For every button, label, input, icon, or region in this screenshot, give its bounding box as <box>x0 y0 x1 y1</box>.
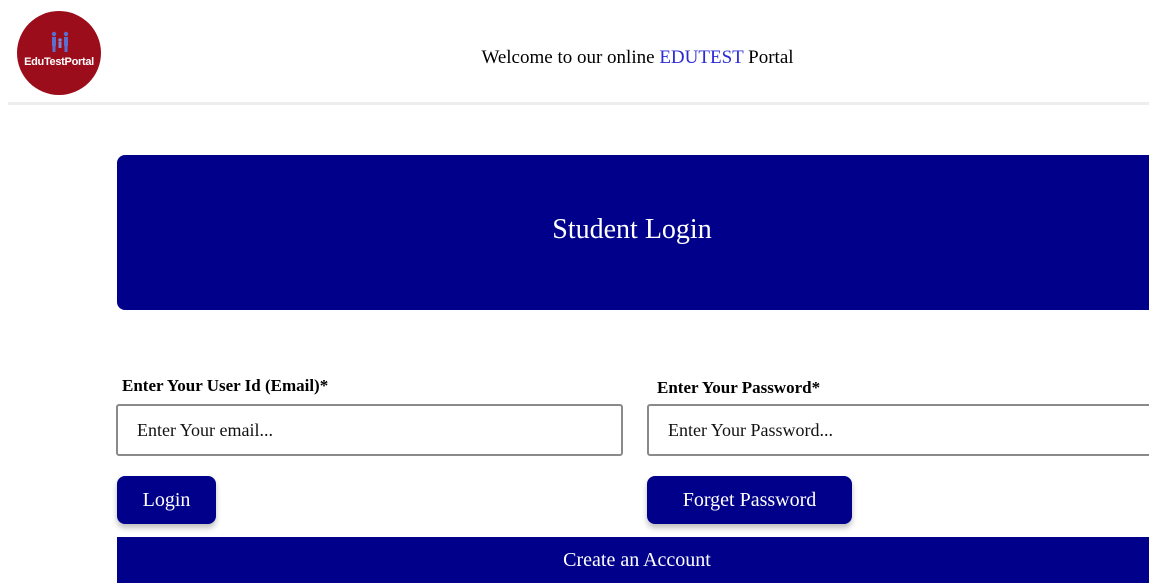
welcome-brand: EDUTEST <box>659 47 744 68</box>
welcome-message: Welcome to our online EDUTEST Portal <box>0 47 1149 69</box>
header: EduTestPortal Welcome to our online EDUT… <box>0 0 1149 104</box>
password-field[interactable] <box>647 404 1149 456</box>
password-label: Enter Your Password* <box>657 378 821 397</box>
student-login-banner: Student Login <box>117 155 1149 310</box>
welcome-prefix: Welcome to our online <box>481 47 660 68</box>
header-divider <box>8 102 1149 105</box>
email-label: Enter Your User Id (Email)* <box>122 376 329 395</box>
page-title: Student Login <box>552 214 712 245</box>
email-field[interactable] <box>116 404 623 456</box>
welcome-suffix: Portal <box>743 47 794 68</box>
create-account-button[interactable]: Create an Account <box>117 537 1149 583</box>
forget-password-button[interactable]: Forget Password <box>647 476 852 524</box>
login-button[interactable]: Login <box>117 476 216 524</box>
